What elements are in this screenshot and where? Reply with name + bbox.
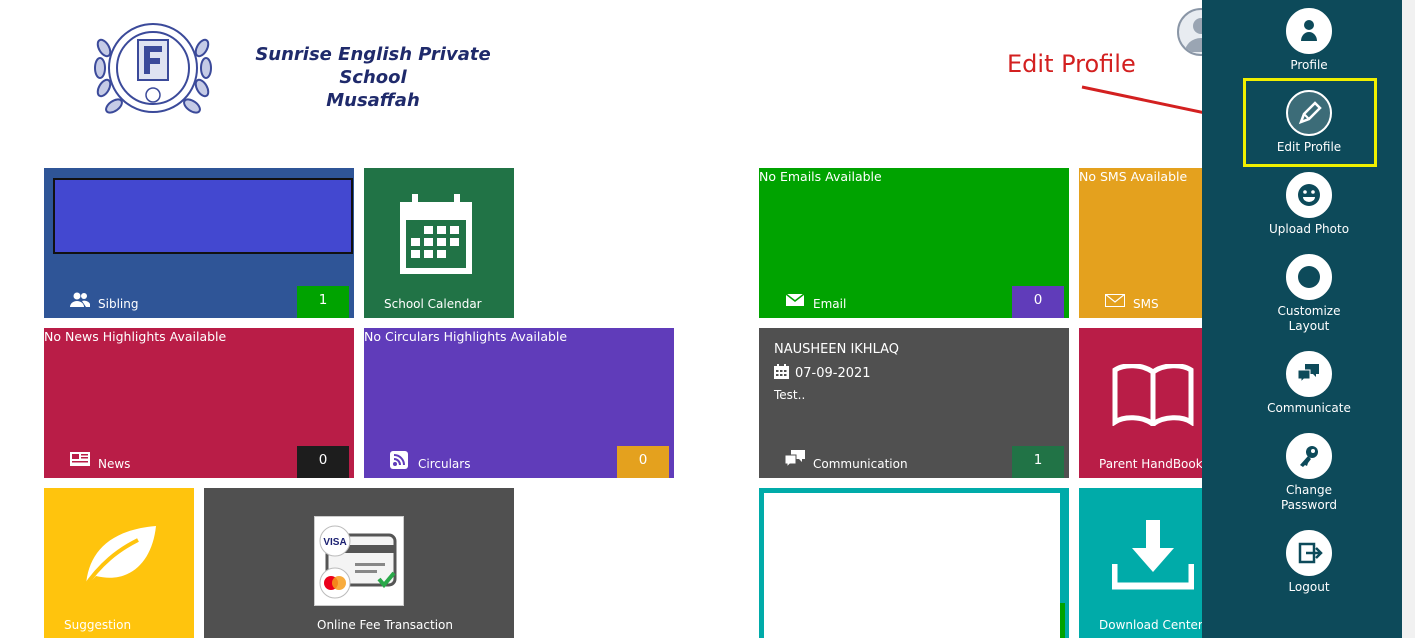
communication-message: Test.. xyxy=(774,388,806,402)
communication-count: 1 xyxy=(1012,446,1064,478)
sms-label: SMS xyxy=(1133,297,1159,311)
sms-headline: No SMS Available xyxy=(1079,169,1188,184)
communication-sender: NAUSHEEN IKHLAQ xyxy=(774,342,900,357)
panel-item-customize-layout[interactable]: Customize Layout xyxy=(1202,254,1415,334)
fee-label: Online Fee Transaction xyxy=(317,618,453,632)
school-logo xyxy=(86,10,220,126)
news-count: 0 xyxy=(297,446,349,478)
scrollbar[interactable] xyxy=(1402,0,1415,638)
layout-icon xyxy=(1286,254,1332,300)
sibling-photo xyxy=(53,178,353,254)
comments-icon xyxy=(785,450,805,468)
edit-profile-annotation: Edit Profile xyxy=(1007,50,1136,78)
news-tile[interactable]: No News Highlights Available News 0 xyxy=(44,328,354,478)
fee-tile[interactable]: VISA Online Fee Transaction xyxy=(204,488,514,638)
communication-date: 07-09-2021 xyxy=(795,366,871,381)
user-icon xyxy=(1286,8,1332,54)
book-icon xyxy=(1112,364,1194,426)
suggestion-label: Suggestion xyxy=(64,618,132,632)
blank-tile-content xyxy=(764,493,1060,638)
chat-icon xyxy=(1286,351,1332,397)
email-label: Email xyxy=(813,297,847,311)
blank-tile-accent xyxy=(1060,603,1065,638)
panel-label-upload-photo: Upload Photo xyxy=(1268,222,1350,236)
panel-item-communicate[interactable]: Communicate xyxy=(1202,351,1415,416)
school-name-line1: Sunrise English Private School xyxy=(255,44,491,88)
sibling-label: Sibling xyxy=(98,297,139,311)
key-icon xyxy=(1286,433,1332,479)
panel-label-logout: Logout xyxy=(1288,580,1330,594)
panel-item-upload-photo[interactable]: Upload Photo xyxy=(1202,172,1415,237)
edit-profile-highlight-box xyxy=(1243,78,1377,167)
email-headline: No Emails Available xyxy=(759,169,882,184)
change-password-line2: Password xyxy=(1280,498,1338,512)
download-tile[interactable]: Download Center xyxy=(1079,488,1202,638)
handbook-tile[interactable]: Parent HandBook xyxy=(1079,328,1202,478)
envelope-icon xyxy=(786,294,804,306)
download-label: Download Center xyxy=(1099,618,1202,632)
news-headline: No News Highlights Available xyxy=(44,329,227,344)
calendar-label: School Calendar xyxy=(384,297,482,311)
panel-item-change-password[interactable]: Change Password xyxy=(1202,433,1415,513)
calendar-icon xyxy=(400,194,472,274)
news-label: News xyxy=(98,457,131,471)
email-tile[interactable]: No Emails Available Email 0 xyxy=(759,168,1069,318)
leaf-icon xyxy=(82,526,156,590)
email-count: 0 xyxy=(1012,286,1064,318)
smiley-icon xyxy=(1286,172,1332,218)
panel-label-customize-layout: Customize Layout xyxy=(1202,304,1415,334)
sibling-count: 1 xyxy=(297,286,349,318)
panel-item-logout[interactable]: Logout xyxy=(1202,530,1415,595)
school-name: Sunrise English Private School Musaffah xyxy=(238,43,508,112)
date-calendar-icon xyxy=(774,364,789,379)
panel-label-profile: Profile xyxy=(1290,58,1328,72)
blank-tile[interactable] xyxy=(759,488,1069,638)
school-name-line2: Musaffah xyxy=(326,90,420,111)
newspaper-icon xyxy=(70,452,90,466)
panel-label-communicate: Communicate xyxy=(1267,401,1351,415)
communication-label: Communication xyxy=(813,457,908,471)
sibling-tile[interactable]: Sibling 1 xyxy=(44,168,354,318)
logout-icon xyxy=(1286,530,1332,576)
change-password-line1: Change xyxy=(1286,483,1332,497)
calendar-tile[interactable]: School Calendar xyxy=(364,168,514,318)
sms-tile[interactable]: No SMS Available SMS xyxy=(1079,168,1202,318)
handbook-label: Parent HandBook xyxy=(1099,457,1202,471)
suggestion-tile[interactable]: Suggestion xyxy=(44,488,194,638)
payment-cards-image: VISA xyxy=(314,516,404,606)
panel-item-profile[interactable]: Profile xyxy=(1202,8,1415,73)
download-icon xyxy=(1112,520,1194,590)
circulars-label: Circulars xyxy=(418,457,471,471)
circulars-headline: No Circulars Highlights Available xyxy=(364,329,568,344)
visa-text: VISA xyxy=(323,537,346,548)
panel-label-change-password: Change Password xyxy=(1202,483,1415,513)
sms-envelope-icon xyxy=(1105,294,1125,307)
customize-line2: Layout xyxy=(1288,319,1330,333)
circulars-count: 0 xyxy=(617,446,669,478)
users-icon xyxy=(70,292,90,307)
rss-icon xyxy=(390,451,408,469)
circulars-tile[interactable]: No Circulars Highlights Available Circul… xyxy=(364,328,674,478)
communication-tile[interactable]: NAUSHEEN IKHLAQ 07-09-2021 Test.. Commun… xyxy=(759,328,1069,478)
customize-line1: Customize xyxy=(1277,304,1341,318)
